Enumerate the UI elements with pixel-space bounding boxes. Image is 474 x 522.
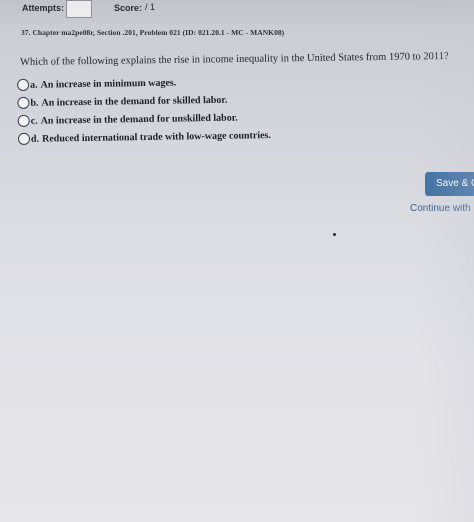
problem-id: 37. Chapter ma2pe08r, Section .201, Prob…: [21, 28, 285, 37]
option-label: An increase in minimum wages.: [40, 76, 177, 91]
radio-button[interactable]: [17, 132, 31, 145]
option-label: Reduced international trade with low-wag…: [41, 129, 271, 145]
score-value: / 1: [145, 2, 156, 12]
option-letter: c.: [30, 115, 38, 127]
radio-button[interactable]: [17, 96, 30, 109]
attempts-counter-box: [66, 0, 92, 18]
radio-button[interactable]: [17, 114, 30, 127]
option-letter: d.: [30, 133, 40, 145]
option-label: An increase in the demand for unskilled …: [40, 112, 238, 127]
continue-link[interactable]: Continue with: [410, 203, 471, 214]
mouse-cursor-dot: [333, 233, 336, 236]
answer-options: a. An increase in minimum wages. b. An i…: [17, 72, 271, 148]
question-text: Which of the following explains the rise…: [20, 51, 449, 68]
assignment-page: Attempts: Score: / 1 37. Chapter ma2pe08…: [0, 0, 474, 522]
save-and-continue-button[interactable]: Save & C: [425, 172, 474, 196]
screen-glare: [414, 0, 474, 522]
option-d[interactable]: d. Reduced international trade with low-…: [17, 126, 271, 148]
score-label: Score:: [114, 3, 143, 13]
score-header: Attempts: Score: / 1: [0, 0, 474, 22]
option-letter: b.: [30, 97, 39, 109]
radio-button[interactable]: [17, 78, 30, 91]
option-label: An increase in the demand for skilled la…: [41, 94, 228, 109]
attempts-label: Attempts:: [22, 3, 64, 13]
option-letter: a.: [30, 79, 38, 91]
